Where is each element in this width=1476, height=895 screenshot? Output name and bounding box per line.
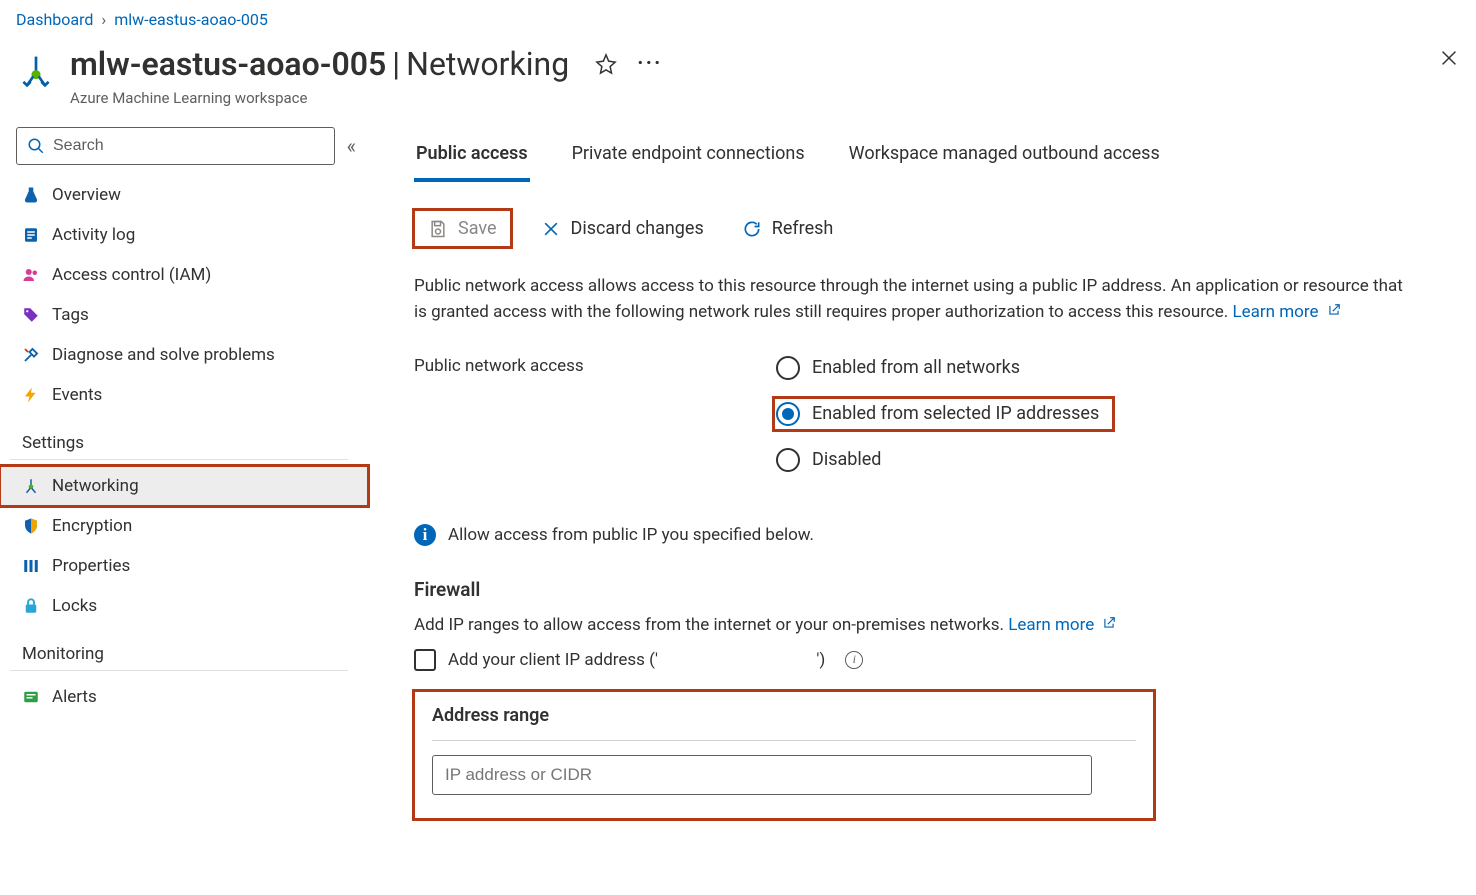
- breadcrumb-item-dashboard[interactable]: Dashboard: [16, 10, 93, 29]
- log-icon: [22, 226, 40, 244]
- lock-icon: [22, 597, 40, 615]
- alerts-icon: [22, 688, 40, 706]
- people-icon: [22, 266, 40, 284]
- tag-icon: [22, 306, 40, 324]
- sidebar-item-label: Access control (IAM): [52, 265, 211, 285]
- network-icon: [22, 477, 40, 495]
- search-icon: [27, 137, 45, 155]
- toolbar: Save Discard changes Refresh: [414, 210, 1456, 247]
- collapse-sidebar-icon[interactable]: «: [347, 134, 356, 158]
- sidebar-item-label: Alerts: [52, 687, 97, 707]
- external-link-icon: [1327, 303, 1341, 317]
- radio-icon: [776, 402, 800, 426]
- sidebar-item-encryption[interactable]: Encryption: [10, 506, 368, 546]
- sidebar-section-monitoring: Monitoring: [10, 626, 348, 671]
- learn-more-link[interactable]: Learn more: [1232, 302, 1340, 322]
- page-title-sub: Networking: [406, 45, 569, 83]
- radio-enabled-all[interactable]: Enabled from all networks: [774, 352, 1456, 384]
- main-content: Public access Private endpoint connectio…: [368, 127, 1476, 892]
- resource-type-label: Azure Machine Learning workspace: [70, 89, 662, 107]
- add-client-ip-row[interactable]: Add your client IP address (' ') i: [414, 649, 1456, 671]
- shield-icon: [22, 517, 40, 535]
- flask-icon: [22, 186, 40, 204]
- sidebar-search[interactable]: [16, 127, 335, 165]
- tab-private-endpoints[interactable]: Private endpoint connections: [570, 133, 807, 182]
- refresh-button[interactable]: Refresh: [734, 212, 842, 245]
- radio-label: Enabled from all networks: [812, 357, 1020, 378]
- radio-disabled[interactable]: Disabled: [774, 444, 1456, 476]
- breadcrumb-separator: ›: [101, 10, 106, 29]
- discard-icon: [541, 219, 561, 239]
- info-icon: i: [414, 524, 436, 546]
- breadcrumb-item-resource[interactable]: mlw-eastus-aoao-005: [114, 10, 268, 29]
- info-tooltip-icon[interactable]: i: [845, 651, 863, 669]
- favorite-star-icon[interactable]: [595, 45, 617, 83]
- sidebar-item-label: Properties: [52, 556, 130, 576]
- sidebar-item-alerts[interactable]: Alerts: [10, 677, 368, 717]
- tools-icon: [22, 346, 40, 364]
- sidebar-item-events[interactable]: Events: [10, 375, 368, 415]
- save-icon: [428, 219, 448, 239]
- address-range-heading: Address range: [432, 705, 1136, 741]
- sidebar: « Overview Activity log Access control (…: [0, 127, 368, 892]
- public-network-access-label: Public network access: [414, 352, 774, 376]
- title-separator: |: [392, 45, 400, 83]
- sidebar-item-label: Overview: [52, 185, 121, 205]
- sidebar-item-diagnose[interactable]: Diagnose and solve problems: [10, 335, 368, 375]
- save-label: Save: [458, 218, 497, 239]
- page-header: mlw-eastus-aoao-005 | Networking ··· Azu…: [0, 37, 1476, 127]
- save-button[interactable]: Save: [414, 210, 511, 247]
- bars-icon: [22, 557, 40, 575]
- resource-icon: [16, 51, 56, 91]
- discard-label: Discard changes: [571, 218, 704, 239]
- firewall-learn-more-link[interactable]: Learn more: [1008, 615, 1116, 635]
- radio-enabled-selected-ips[interactable]: Enabled from selected IP addresses: [774, 398, 1113, 430]
- page-title: mlw-eastus-aoao-005 | Networking ···: [70, 45, 662, 83]
- tabs: Public access Private endpoint connectio…: [414, 133, 1456, 182]
- public-network-access-radio-group: Enabled from all networks Enabled from s…: [774, 352, 1456, 476]
- firewall-heading: Firewall: [414, 578, 1456, 601]
- sidebar-item-overview[interactable]: Overview: [10, 175, 368, 215]
- checkbox-icon[interactable]: [414, 649, 436, 671]
- external-link-icon: [1102, 616, 1116, 630]
- info-text: Allow access from public IP you specifie…: [448, 525, 814, 545]
- radio-label: Disabled: [812, 449, 881, 470]
- address-range-input[interactable]: [432, 755, 1092, 795]
- sidebar-item-label: Networking: [52, 476, 139, 496]
- bolt-icon: [22, 386, 40, 404]
- close-icon[interactable]: [1438, 47, 1460, 73]
- sidebar-item-locks[interactable]: Locks: [10, 586, 368, 626]
- refresh-label: Refresh: [772, 218, 834, 239]
- sidebar-item-tags[interactable]: Tags: [10, 295, 368, 335]
- sidebar-item-properties[interactable]: Properties: [10, 546, 368, 586]
- refresh-icon: [742, 219, 762, 239]
- discard-button[interactable]: Discard changes: [533, 212, 712, 245]
- sidebar-item-networking[interactable]: Networking: [0, 466, 368, 506]
- public-network-access-row: Public network access Enabled from all n…: [414, 352, 1456, 476]
- sidebar-item-activity-log[interactable]: Activity log: [10, 215, 368, 255]
- sidebar-item-label: Locks: [52, 596, 97, 616]
- info-banner: i Allow access from public IP you specif…: [414, 524, 1456, 546]
- sidebar-item-access-control[interactable]: Access control (IAM): [10, 255, 368, 295]
- sidebar-item-label: Encryption: [52, 516, 132, 536]
- sidebar-section-settings: Settings: [10, 415, 348, 460]
- tab-public-access[interactable]: Public access: [414, 133, 530, 182]
- more-icon[interactable]: ···: [637, 53, 662, 75]
- radio-icon: [776, 356, 800, 380]
- tab-managed-outbound[interactable]: Workspace managed outbound access: [847, 133, 1162, 182]
- radio-icon: [776, 448, 800, 472]
- breadcrumb: Dashboard › mlw-eastus-aoao-005: [0, 0, 1476, 37]
- address-range-block: Address range: [414, 691, 1154, 819]
- resource-name: mlw-eastus-aoao-005: [70, 45, 386, 83]
- radio-label: Enabled from selected IP addresses: [812, 403, 1099, 424]
- sidebar-item-label: Tags: [52, 305, 89, 325]
- sidebar-search-input[interactable]: [53, 137, 324, 155]
- sidebar-item-label: Diagnose and solve problems: [52, 345, 275, 365]
- sidebar-item-label: Events: [52, 385, 102, 405]
- public-access-description: Public network access allows access to t…: [414, 273, 1414, 326]
- sidebar-item-label: Activity log: [52, 225, 135, 245]
- checkbox-label: Add your client IP address (' '): [448, 650, 825, 670]
- firewall-description: Add IP ranges to allow access from the i…: [414, 615, 1456, 635]
